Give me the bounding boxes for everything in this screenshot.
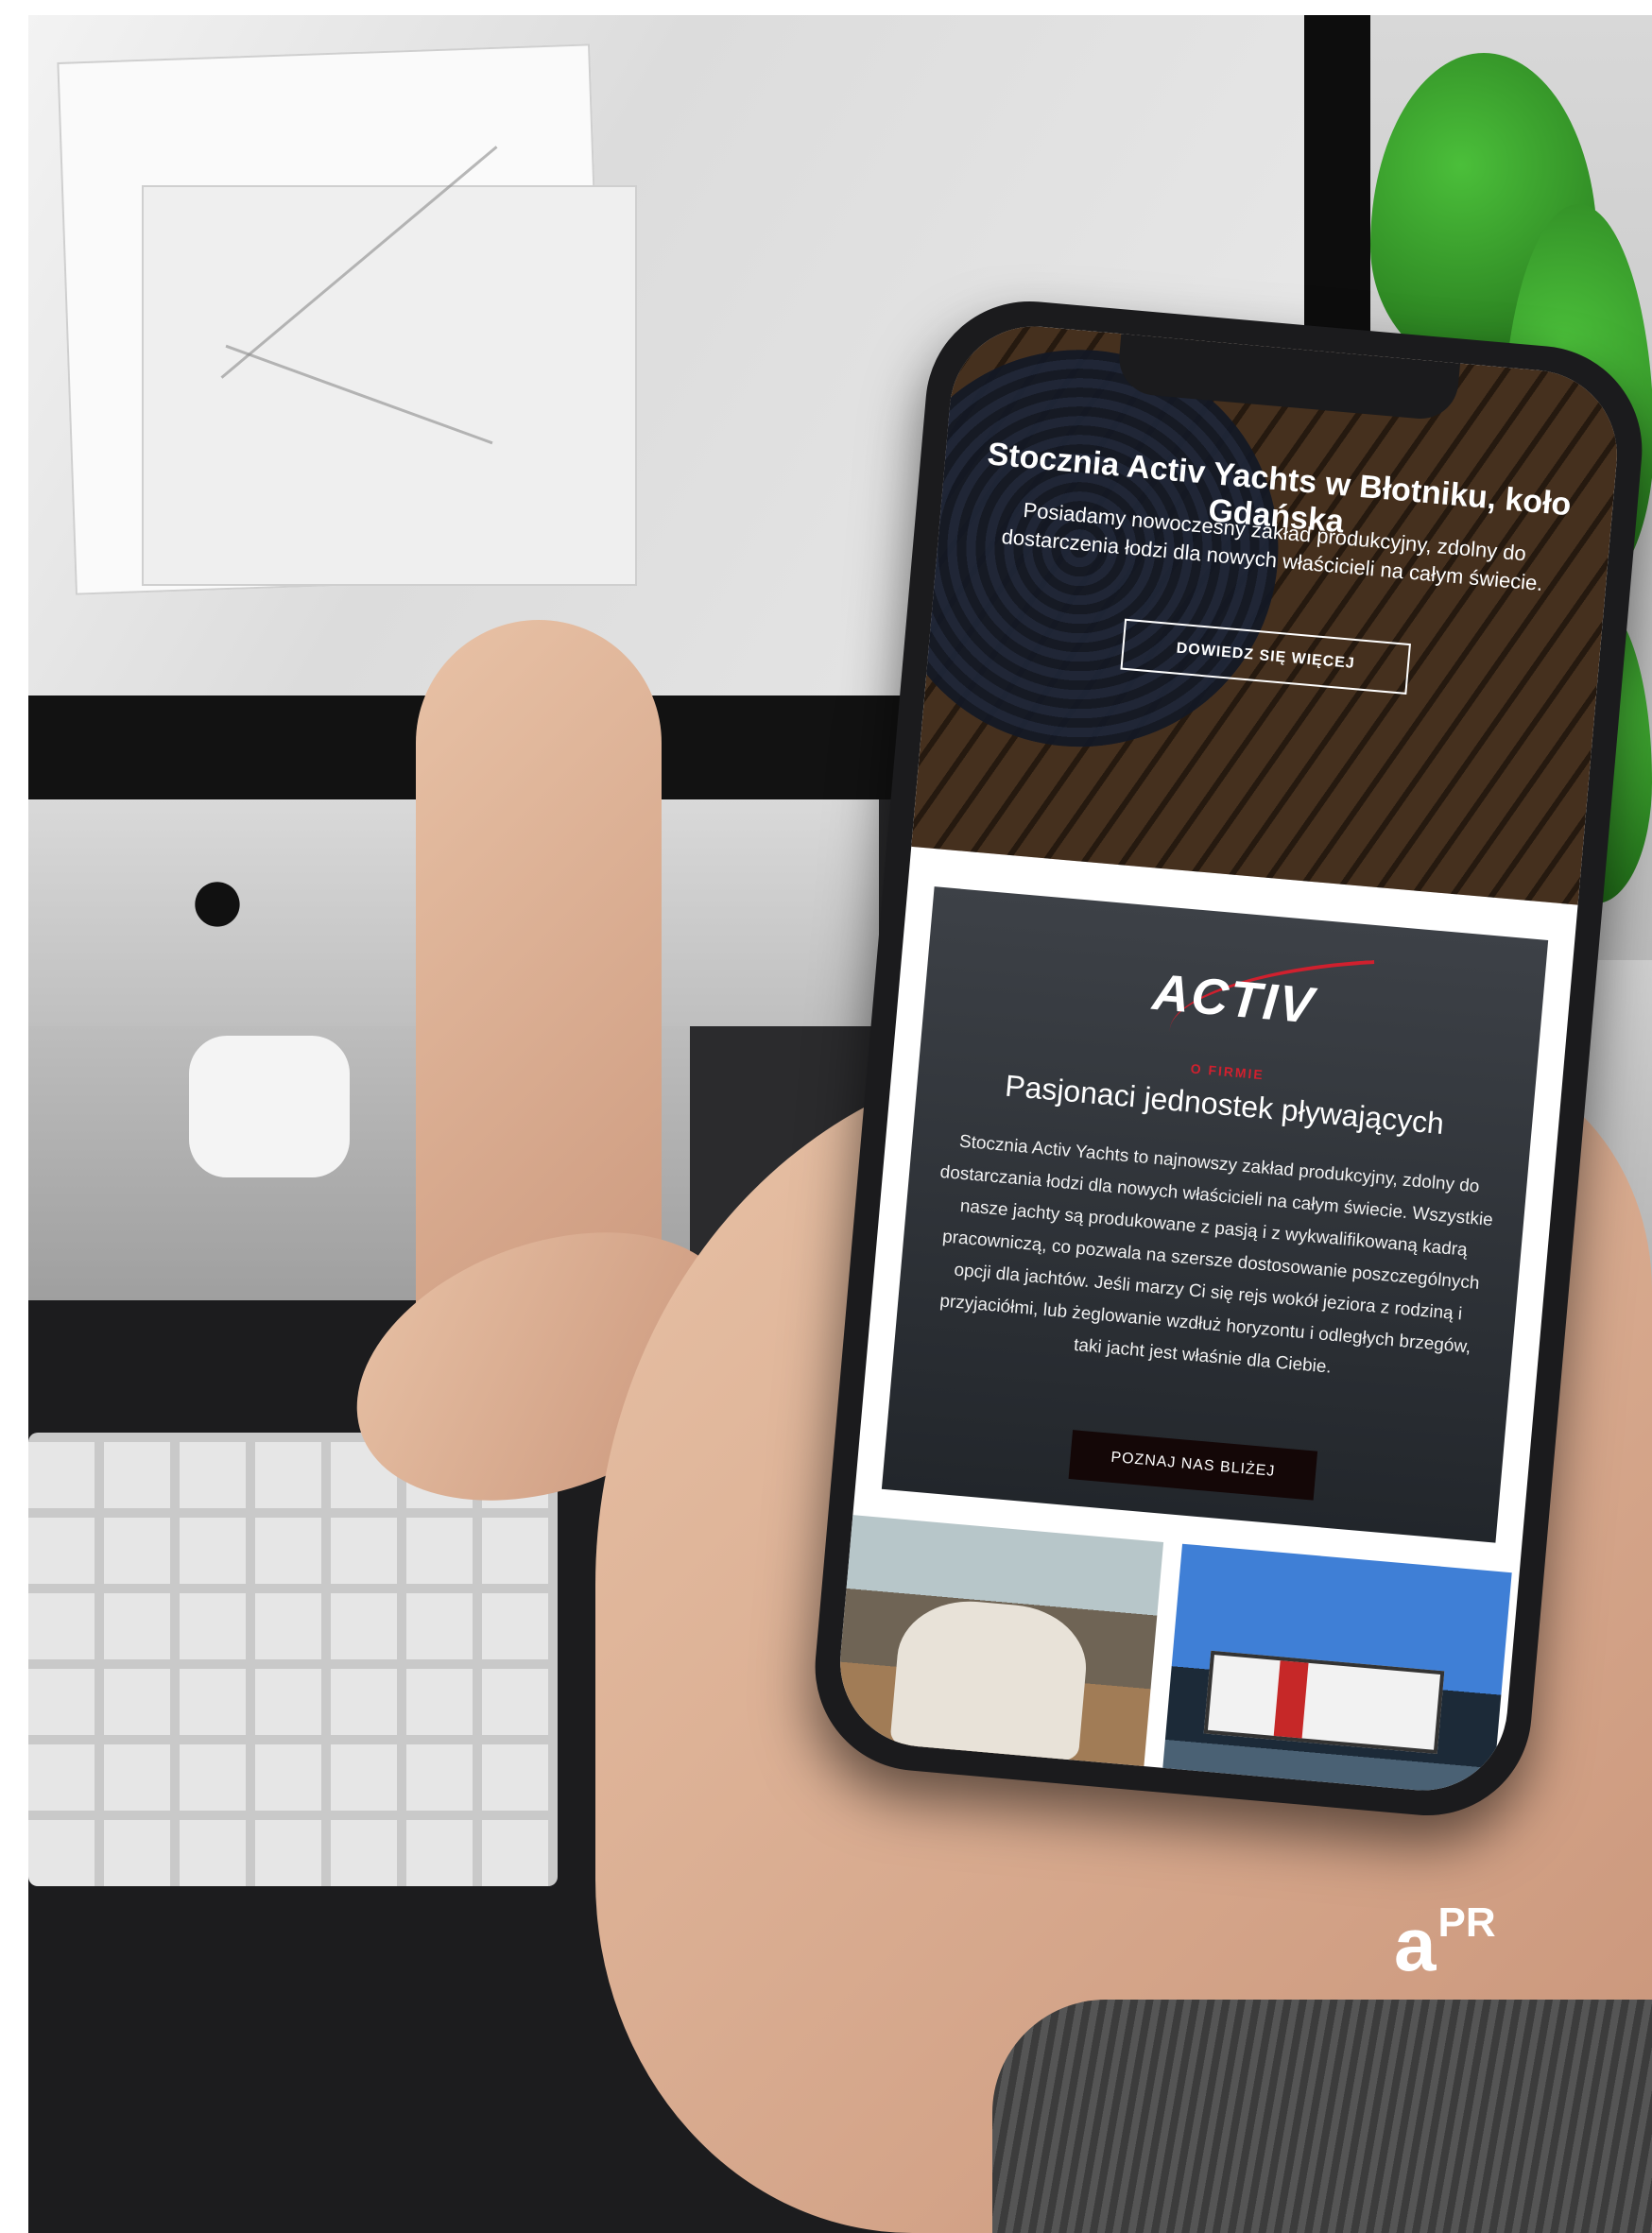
sketch-paper: [142, 185, 637, 586]
about-text: Stocznia Activ Yachts to najnowszy zakła…: [938, 1131, 1494, 1378]
keyboard: [28, 1433, 558, 1886]
watermark-a: a: [1394, 1902, 1437, 1986]
watermark-pr: PR: [1437, 1899, 1496, 1946]
hero-section: Stocznia Activ Yachts w Błotniku, koło G…: [864, 319, 1625, 905]
sweater-sleeve: [992, 2000, 1652, 2233]
airpods-case: [189, 1036, 350, 1177]
apple-logo-icon: ●: [185, 840, 250, 956]
phone-screen: Stocznia Activ Yachts w Błotniku, koło G…: [833, 319, 1625, 1797]
houseboat-accent: [1273, 1660, 1309, 1739]
apr-watermark: aPR: [1394, 1899, 1496, 1988]
activ-logo[interactable]: ACTIV: [924, 943, 1543, 1056]
boat-shape: [889, 1595, 1092, 1762]
houseboat-shape: [1203, 1650, 1445, 1755]
smartphone: Stocznia Activ Yachts w Błotniku, koło G…: [806, 292, 1651, 1825]
hero-overlay: [911, 319, 1625, 905]
boat-dock-image[interactable]: [833, 1515, 1164, 1787]
about-us-button[interactable]: POZNAJ NAS BLIŻEJ: [1068, 1430, 1318, 1501]
houseboat-image[interactable]: [1161, 1543, 1512, 1797]
about-section: ACTIV O FIRMIE Pasjonaci jednostek pływa…: [881, 886, 1549, 1543]
